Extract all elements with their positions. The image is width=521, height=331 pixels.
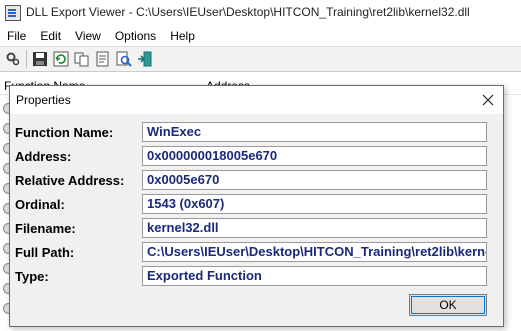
ordinal-field[interactable]: 1543 (0x607) bbox=[142, 194, 487, 214]
close-icon bbox=[482, 94, 494, 106]
type-field[interactable]: Exported Function bbox=[142, 266, 487, 286]
menu-file[interactable]: File bbox=[0, 26, 33, 46]
menu-edit[interactable]: Edit bbox=[33, 26, 68, 46]
filename-field[interactable]: kernel32.dll bbox=[142, 218, 487, 238]
toolbar bbox=[0, 46, 521, 72]
find-icon[interactable] bbox=[115, 51, 132, 68]
close-button[interactable] bbox=[473, 86, 503, 114]
html-report-icon[interactable] bbox=[94, 51, 111, 68]
refresh-icon[interactable] bbox=[52, 51, 69, 68]
menu-help[interactable]: Help bbox=[163, 26, 202, 46]
relative-address-field[interactable]: 0x0005e670 bbox=[142, 170, 487, 190]
prop-label: Function Name: bbox=[15, 125, 114, 140]
toolbar-separator bbox=[26, 50, 27, 68]
prop-label: Ordinal: bbox=[15, 197, 65, 212]
copy-icon[interactable] bbox=[73, 51, 90, 68]
address-field[interactable]: 0x000000018005e670 bbox=[142, 146, 487, 166]
exit-icon[interactable] bbox=[136, 51, 153, 68]
window-title: DLL Export Viewer - C:\Users\IEUser\Desk… bbox=[26, 5, 470, 19]
save-icon[interactable] bbox=[31, 51, 48, 68]
menu-view[interactable]: View bbox=[68, 26, 108, 46]
prop-label: Filename: bbox=[15, 221, 76, 236]
prop-address: Address: 0x000000018005e670 bbox=[10, 146, 503, 168]
prop-full-path: Full Path: C:\Users\IEUser\Desktop\HITCO… bbox=[10, 242, 503, 264]
menu-bar: File Edit View Options Help bbox=[0, 26, 521, 46]
prop-ordinal: Ordinal: 1543 (0x607) bbox=[10, 194, 503, 216]
dialog-title-bar[interactable]: Properties bbox=[10, 86, 503, 114]
prop-label: Type: bbox=[15, 269, 49, 284]
prop-relative-address: Relative Address: 0x0005e670 bbox=[10, 170, 503, 192]
prop-type: Type: Exported Function bbox=[10, 266, 503, 288]
prop-label: Address: bbox=[15, 149, 72, 164]
prop-label: Full Path: bbox=[15, 245, 75, 260]
ok-button[interactable]: OK bbox=[409, 294, 487, 316]
properties-icon[interactable] bbox=[4, 51, 21, 68]
menu-options[interactable]: Options bbox=[108, 26, 163, 46]
dll-export-viewer-app-icon bbox=[5, 5, 21, 21]
prop-filename: Filename: kernel32.dll bbox=[10, 218, 503, 240]
full-path-field[interactable]: C:\Users\IEUser\Desktop\HITCON_Training\… bbox=[142, 242, 487, 262]
properties-dialog: Properties Function Name: WinExec Addres… bbox=[9, 85, 504, 327]
prop-label: Relative Address: bbox=[15, 173, 125, 188]
main-title-bar[interactable]: DLL Export Viewer - C:\Users\IEUser\Desk… bbox=[0, 0, 521, 26]
dialog-title: Properties bbox=[16, 93, 71, 107]
prop-function-name: Function Name: WinExec bbox=[10, 122, 503, 144]
function-name-field[interactable]: WinExec bbox=[142, 122, 487, 142]
